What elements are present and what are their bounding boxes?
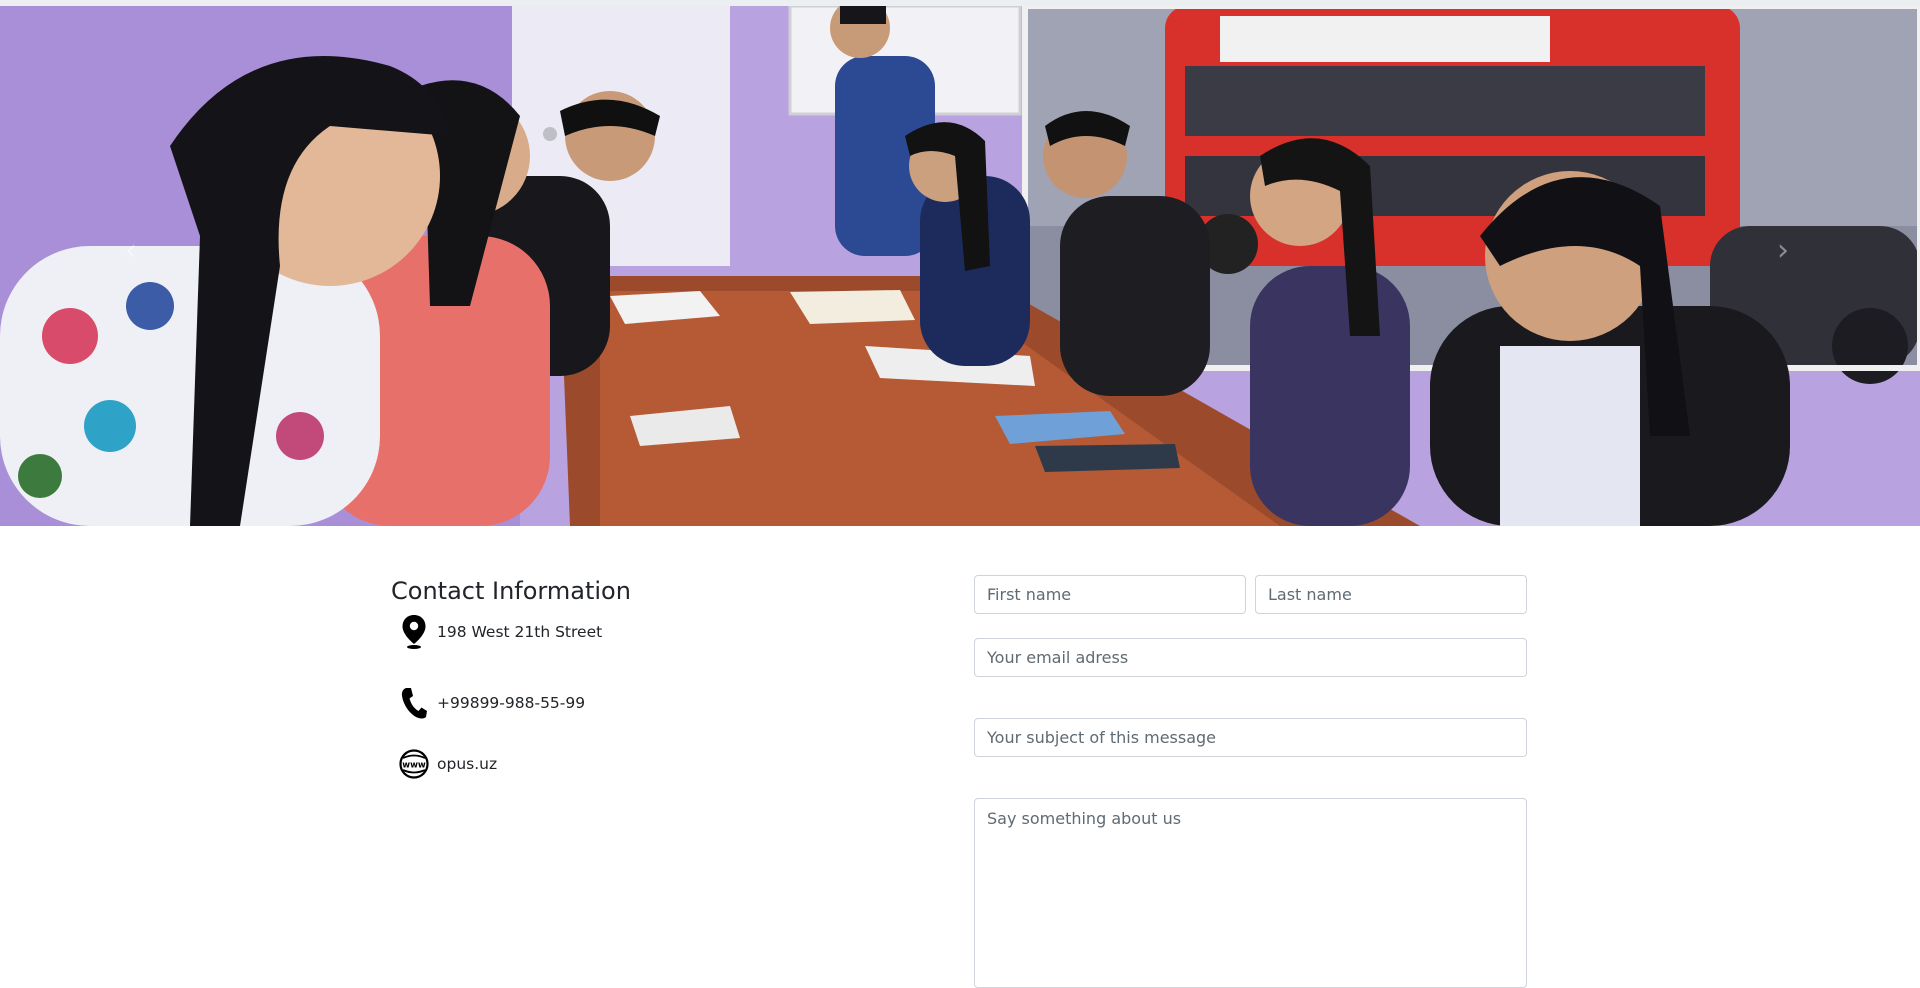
contact-title: Contact Information xyxy=(391,577,631,605)
message-textarea[interactable] xyxy=(974,798,1527,988)
phone-icon xyxy=(399,685,429,721)
map-pin-icon xyxy=(399,614,429,650)
last-name-input[interactable] xyxy=(1255,575,1527,614)
contact-address: 198 West 21th Street xyxy=(399,614,602,650)
chevron-left-icon: ‹ xyxy=(125,233,137,268)
contact-phone: +99899-988-55-99 xyxy=(399,685,585,721)
globe-www-icon: www xyxy=(399,746,429,782)
contact-phone-text: +99899-988-55-99 xyxy=(437,694,586,712)
hero-carousel: ‹ › xyxy=(0,6,1920,526)
hero-image xyxy=(0,6,1920,526)
contact-address-text: 198 West 21th Street xyxy=(437,623,603,641)
subject-input[interactable] xyxy=(974,718,1527,757)
first-name-input[interactable] xyxy=(974,575,1246,614)
contact-info-section: Contact Information 198 West 21th Street… xyxy=(391,570,911,779)
contact-website: www opus.uz xyxy=(399,746,497,782)
carousel-prev-button[interactable]: ‹ xyxy=(116,236,146,266)
carousel-next-button[interactable]: › xyxy=(1768,236,1798,266)
chevron-right-icon: › xyxy=(1777,233,1789,268)
contact-website-text: opus.uz xyxy=(437,755,498,773)
svg-text:www: www xyxy=(402,761,426,771)
email-input[interactable] xyxy=(974,638,1527,677)
